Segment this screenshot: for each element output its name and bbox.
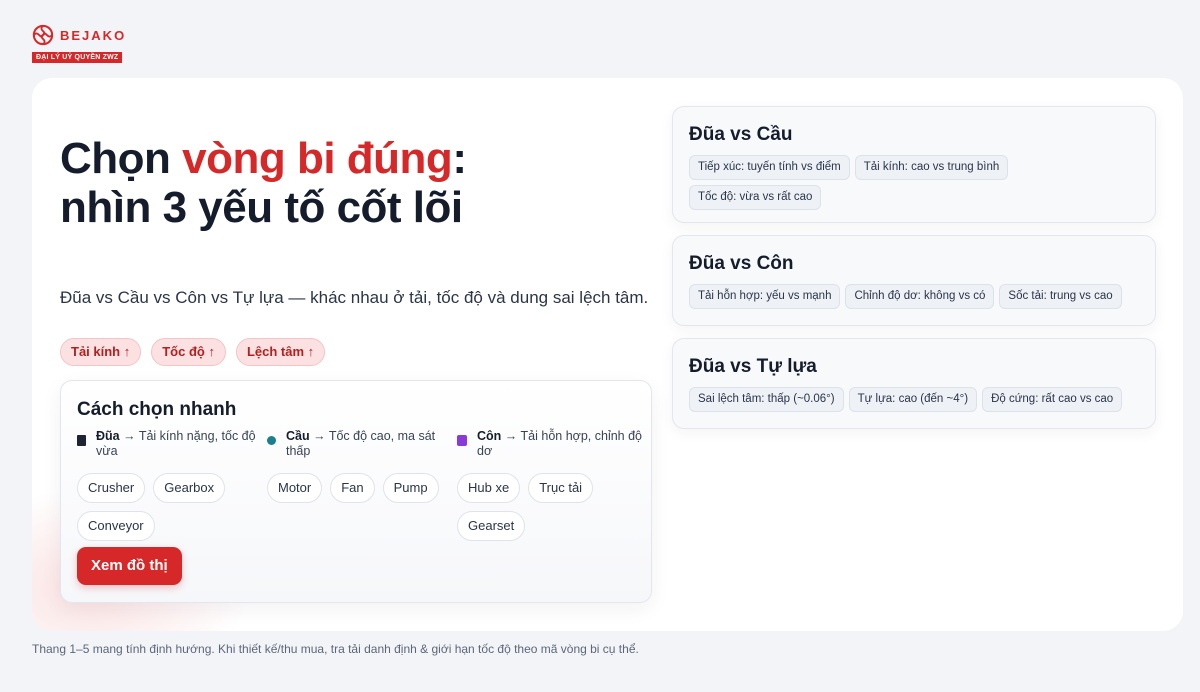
column-desc: Cầu → Tốc độ cao, ma sát thấp [286, 429, 452, 459]
compare-tag: Tải kính: cao vs trung bình [854, 155, 1009, 180]
compare-tag: Tốc độ: vừa vs rất cao [689, 185, 822, 210]
brand-tagline: ĐẠI LÝ UỶ QUYỀN ZWZ [32, 52, 123, 63]
quick-title: Cách chọn nhanh [77, 399, 237, 420]
column-desc-text: → Tải kính nặng, tốc độ vừa [96, 429, 256, 458]
chip-misalignment[interactable]: Lệch tâm ↑ [235, 338, 326, 366]
tag-gearbox[interactable]: Gearbox [153, 473, 226, 503]
view-chart-button[interactable]: Xem đồ thị [77, 547, 182, 585]
tag-load-shaft[interactable]: Trục tải [528, 473, 594, 503]
brand-name: BEJAKO [60, 27, 127, 43]
compare-card-cylindrical-tapered: Đũa vs Côn Tải hỗn hợp: yếu vs mạnh Chỉn… [672, 235, 1156, 326]
footnote: Thang 1–5 mang tính định hướng. Khi thiế… [32, 642, 639, 656]
column-cylindrical: Đũa → Tải kính nặng, tốc độ vừa Crusher … [77, 429, 262, 541]
tag-hub[interactable]: Hub xe [457, 473, 521, 503]
compare-title: Đũa vs Cầu [689, 124, 793, 145]
title-highlight: vòng bi đúng [182, 134, 453, 183]
quick-choose-panel: Cách chọn nhanh Đũa → Tải kính nặng, tốc… [60, 380, 652, 603]
tag-gearset[interactable]: Gearset [457, 511, 526, 541]
column-desc-text: → Tải hỗn hợp, chỉnh độ dơ [477, 429, 643, 458]
application-tags: Crusher Gearbox Conveyor [77, 473, 262, 541]
factor-chips: Tải kính ↑ Tốc độ ↑ Lệch tâm ↑ [60, 338, 326, 366]
compare-tag: Độ cứng: rất cao vs cao [982, 387, 1123, 412]
page-subtitle: Đũa vs Cầu vs Côn vs Tự lựa — khác nhau … [60, 288, 649, 307]
column-ball: Cầu → Tốc độ cao, ma sát thấp Motor Fan … [267, 429, 452, 503]
column-name: Đũa [96, 429, 120, 443]
brand-logo[interactable]: BEJAKO ĐẠI LÝ UỶ QUYỀN ZWZ [32, 24, 132, 64]
compare-tag: Tải hỗn hợp: yếu vs mạnh [689, 284, 841, 309]
tag-motor[interactable]: Motor [267, 473, 323, 503]
compare-title: Đũa vs Côn [689, 253, 794, 274]
compare-tags: Tiếp xúc: tuyến tính vs điểm Tải kính: c… [689, 155, 1143, 210]
title-line2: nhìn 3 yếu tố cốt lõi [60, 183, 463, 232]
compare-tag: Tự lựa: cao (đến ~4°) [848, 387, 978, 412]
compare-title: Đũa vs Tự lựa [689, 356, 817, 377]
column-tapered: Côn → Tải hỗn hợp, chỉnh độ dơ Hub xe Tr… [457, 429, 642, 541]
column-name: Côn [477, 429, 502, 443]
tag-fan[interactable]: Fan [330, 473, 375, 503]
compare-card-cylindrical-self-aligning: Đũa vs Tự lựa Sai lệch tâm: thấp (~0.06°… [672, 338, 1156, 429]
main-card: Chọn vòng bi đúng: nhìn 3 yếu tố cốt lõi … [32, 78, 1183, 631]
dot-marker-icon [267, 436, 276, 445]
compare-tag: Chỉnh độ dơ: không vs có [845, 284, 995, 309]
chip-radial-load[interactable]: Tải kính ↑ [60, 338, 142, 366]
application-tags: Hub xe Trục tải Gearset [457, 473, 642, 541]
purple-marker-icon [457, 435, 467, 446]
page-title: Chọn vòng bi đúng: nhìn 3 yếu tố cốt lõi [60, 134, 467, 232]
compare-tags: Tải hỗn hợp: yếu vs mạnh Chỉnh độ dơ: kh… [689, 284, 1143, 309]
application-tags: Motor Fan Pump [267, 473, 452, 503]
square-marker-icon [77, 435, 86, 446]
column-desc: Đũa → Tải kính nặng, tốc độ vừa [96, 429, 262, 459]
title-suffix: : [452, 134, 467, 183]
compare-tag: Sốc tải: trung vs cao [999, 284, 1122, 309]
column-desc: Côn → Tải hỗn hợp, chỉnh độ dơ [477, 429, 642, 459]
title-prefix: Chọn [60, 134, 183, 183]
chip-speed[interactable]: Tốc độ ↑ [151, 338, 226, 366]
compare-tag: Tiếp xúc: tuyến tính vs điểm [689, 155, 850, 180]
compare-card-cylindrical-ball: Đũa vs Cầu Tiếp xúc: tuyến tính vs điểm … [672, 106, 1156, 223]
bejako-logo-icon [32, 24, 54, 46]
compare-tag: Sai lệch tâm: thấp (~0.06°) [689, 387, 844, 412]
tag-pump[interactable]: Pump [382, 473, 439, 503]
tag-crusher[interactable]: Crusher [77, 473, 146, 503]
column-name: Cầu [286, 429, 310, 443]
compare-tags: Sai lệch tâm: thấp (~0.06°) Tự lựa: cao … [689, 387, 1143, 412]
tag-conveyor[interactable]: Conveyor [77, 511, 155, 541]
